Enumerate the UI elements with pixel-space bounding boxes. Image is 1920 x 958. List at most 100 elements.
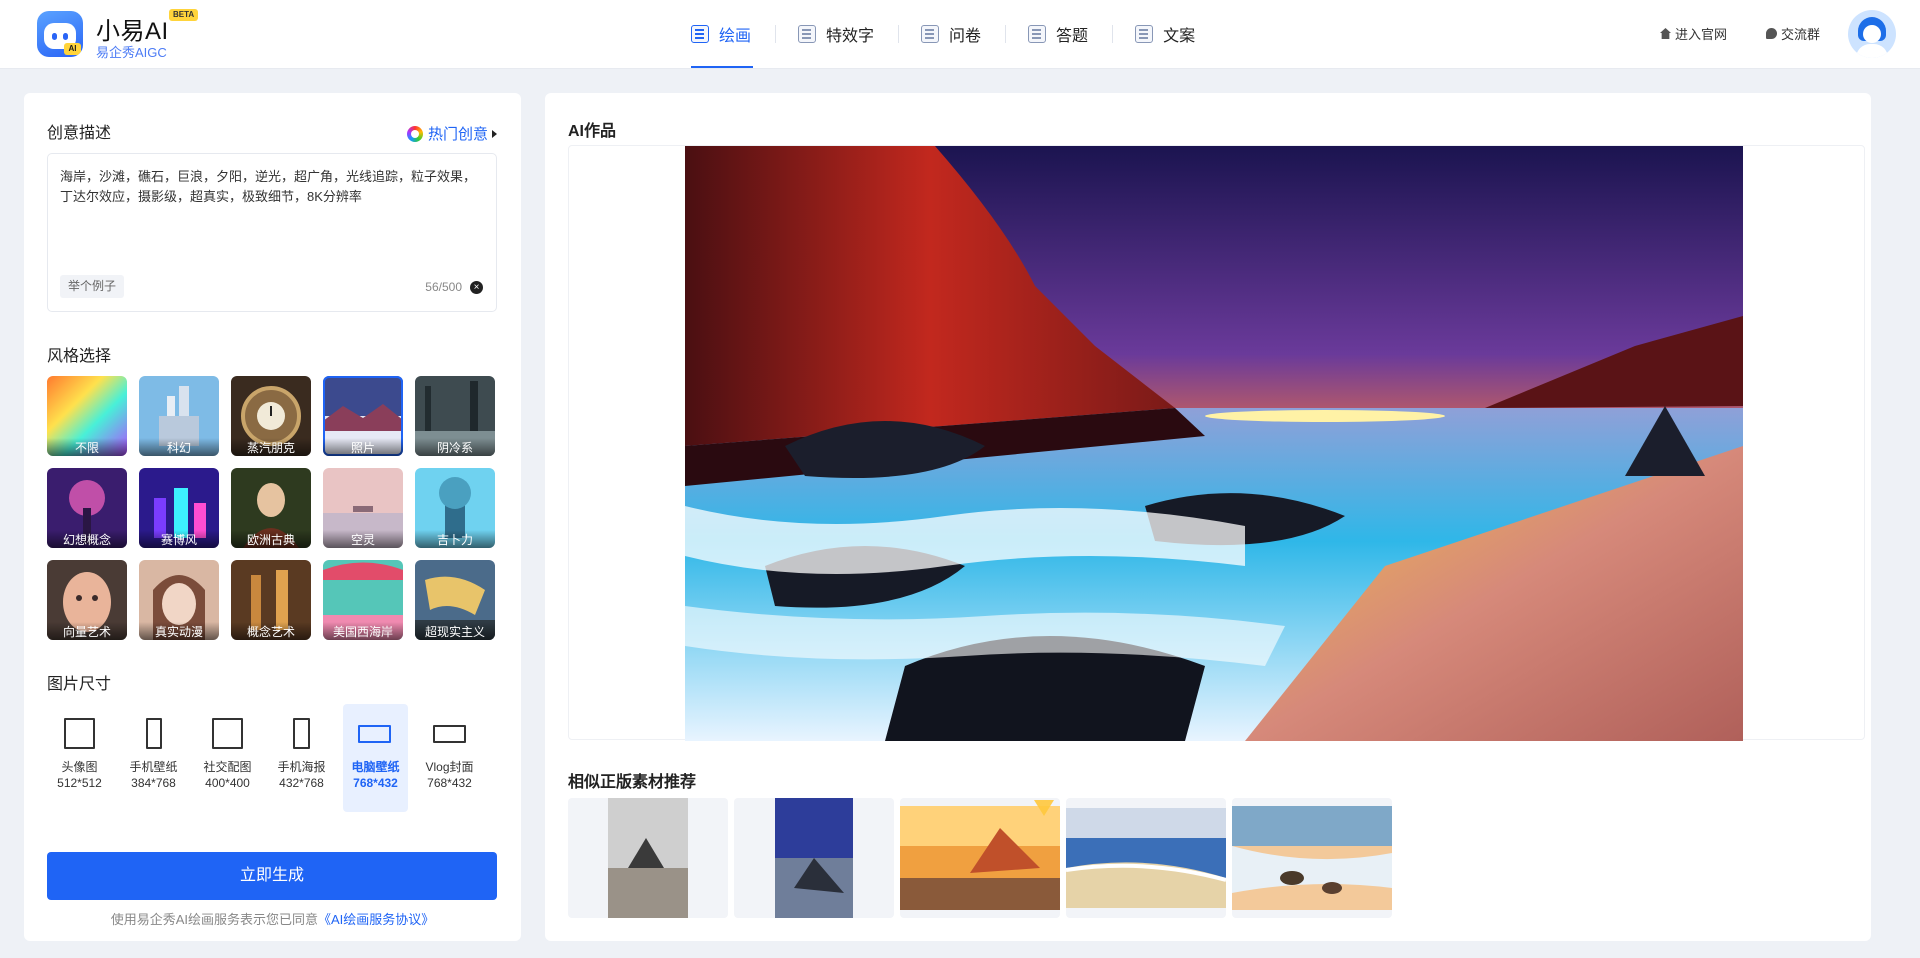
survey-icon xyxy=(921,25,940,43)
nav-divider xyxy=(1112,25,1114,43)
recommend-thumb xyxy=(1066,808,1226,908)
style-tile-ethereal[interactable]: 空灵 xyxy=(323,468,403,548)
style-tile-scifi[interactable]: 科幻 xyxy=(139,376,219,456)
artwork-image xyxy=(685,146,1743,741)
style-grid: 不限 科幻 蒸汽朋克 照片 阴冷系 幻想概念 赛博风 欧洲古典 空灵 吉卜力 向… xyxy=(47,376,499,640)
style-label: 科幻 xyxy=(139,438,219,456)
size-dim: 768*432 xyxy=(427,776,472,790)
style-tile-vector-art[interactable]: 向量艺术 xyxy=(47,560,127,640)
copywriting-icon xyxy=(1135,25,1154,43)
size-option-social[interactable]: 社交配图 400*400 xyxy=(195,704,260,812)
size-dim: 432*768 xyxy=(279,776,324,790)
size-name: 社交配图 xyxy=(203,760,252,774)
nav-tab-label: 特效字 xyxy=(826,28,875,45)
recommend-thumb xyxy=(608,798,688,918)
style-label: 幻想概念 xyxy=(47,530,127,548)
recommend-title: 相似正版素材推荐 xyxy=(568,774,697,791)
result-panel: AI作品 相似正版素材推荐 xyxy=(545,93,1871,941)
portrait-shape-icon xyxy=(146,718,162,749)
nav-divider xyxy=(1005,25,1007,43)
recommend-thumb xyxy=(900,806,1060,910)
chat-icon xyxy=(1766,28,1777,39)
landscape-shape-icon xyxy=(358,725,391,743)
generated-artwork[interactable] xyxy=(685,146,1743,741)
nav-tab-survey[interactable]: 问卷 xyxy=(909,0,995,68)
style-tile-european-classic[interactable]: 欧洲古典 xyxy=(231,468,311,548)
home-icon xyxy=(1660,28,1671,39)
style-tile-steampunk[interactable]: 蒸汽朋克 xyxy=(231,376,311,456)
prompt-input[interactable]: 海岸，沙滩，礁石，巨浪，夕阳，逆光，超广角，光线追踪，粒子效果，丁达尔效应，摄影… xyxy=(47,153,497,312)
recommend-thumb xyxy=(1232,806,1392,910)
nav-tab-quiz[interactable]: 答题 xyxy=(1016,0,1102,68)
style-label: 真实动漫 xyxy=(139,622,219,640)
artwork-frame xyxy=(568,145,1865,741)
recommend-card[interactable] xyxy=(568,798,728,918)
agreement-link[interactable]: 《AI绘画服务协议》 xyxy=(318,912,434,927)
size-option-phone-poster[interactable]: 手机海报 432*768 xyxy=(269,704,334,812)
nav-tab-copywriting[interactable]: 文案 xyxy=(1123,0,1209,68)
settings-panel: 创意描述 热门创意 海岸，沙滩，礁石，巨浪，夕阳，逆光，超广角，光线追踪，粒子效… xyxy=(24,93,521,941)
official-site-link[interactable]: 进入官网 xyxy=(1660,24,1727,43)
style-tile-any[interactable]: 不限 xyxy=(47,376,127,456)
effect-text-icon xyxy=(798,25,817,43)
size-dim: 400*400 xyxy=(205,776,250,790)
brand-subtitle: 易企秀AIGC xyxy=(96,45,167,60)
style-label: 照片 xyxy=(323,438,403,456)
landscape-shape-icon xyxy=(433,725,466,743)
recommend-thumb xyxy=(775,798,853,918)
style-label: 空灵 xyxy=(323,530,403,548)
style-label: 超现实主义 xyxy=(415,622,495,640)
nav-tab-label: 绘画 xyxy=(719,28,752,45)
style-title: 风格选择 xyxy=(47,348,112,365)
size-name: Vlog封面 xyxy=(425,760,474,774)
size-title: 图片尺寸 xyxy=(47,676,112,693)
recommend-card[interactable] xyxy=(900,798,1060,918)
size-option-avatar[interactable]: 头像图 512*512 xyxy=(47,704,112,812)
char-counter: 56/500 xyxy=(425,280,462,294)
style-label: 蒸汽朋克 xyxy=(231,438,311,456)
square-shape-icon xyxy=(64,718,95,749)
prompt-text[interactable]: 海岸，沙滩，礁石，巨浪，夕阳，逆光，超广角，光线追踪，粒子效果，丁达尔效应，摄影… xyxy=(60,167,485,207)
portrait-shape-icon xyxy=(293,718,310,749)
size-name: 头像图 xyxy=(61,760,98,774)
style-label: 欧洲古典 xyxy=(231,530,311,548)
generate-button[interactable]: 立即生成 xyxy=(47,852,497,900)
top-header: AI 小易AI BETA 易企秀AIGC 绘画 特效字 问卷 答题 文案 进入官… xyxy=(0,0,1920,69)
nav-tab-effect-text[interactable]: 特效字 xyxy=(786,0,888,68)
style-tile-concept-art[interactable]: 概念艺术 xyxy=(231,560,311,640)
nav-tab-paint[interactable]: 绘画 xyxy=(679,0,765,68)
size-option-phone-wallpaper[interactable]: 手机壁纸 384*768 xyxy=(121,704,186,812)
result-title: AI作品 xyxy=(568,123,617,140)
size-option-desktop-wallpaper[interactable]: 电脑壁纸 768*432 xyxy=(343,704,408,812)
style-tile-cyberpunk[interactable]: 赛博风 xyxy=(139,468,219,548)
style-tile-ghibli[interactable]: 吉卜力 xyxy=(415,468,495,548)
recommend-card[interactable] xyxy=(1066,798,1226,918)
clear-icon[interactable]: × xyxy=(470,281,483,294)
style-label: 吉卜力 xyxy=(415,530,495,548)
app-logo[interactable]: AI xyxy=(37,11,83,57)
paint-icon xyxy=(691,25,709,43)
style-label: 向量艺术 xyxy=(47,622,127,640)
nav-tab-label: 问卷 xyxy=(949,28,982,45)
main-nav: 绘画 特效字 问卷 答题 文案 xyxy=(679,0,1209,68)
style-tile-us-west-coast[interactable]: 美国西海岸 xyxy=(323,560,403,640)
style-tile-gloomy[interactable]: 阴冷系 xyxy=(415,376,495,456)
community-label: 交流群 xyxy=(1781,27,1821,42)
style-label: 阴冷系 xyxy=(415,438,495,456)
style-tile-realistic-anime[interactable]: 真实动漫 xyxy=(139,560,219,640)
size-dim: 512*512 xyxy=(57,776,102,790)
user-avatar[interactable] xyxy=(1848,10,1896,58)
recommend-card[interactable] xyxy=(1232,798,1392,918)
style-tile-surrealism[interactable]: 超现实主义 xyxy=(415,560,495,640)
size-options: 头像图 512*512 手机壁纸 384*768 社交配图 400*400 手机… xyxy=(47,704,491,812)
recommend-card[interactable] xyxy=(734,798,894,918)
style-label: 美国西海岸 xyxy=(323,622,403,640)
size-name: 电脑壁纸 xyxy=(351,760,400,774)
community-link[interactable]: 交流群 xyxy=(1766,24,1820,43)
hot-ideas-button[interactable]: 热门创意 xyxy=(406,123,497,144)
size-option-vlog-cover[interactable]: Vlog封面 768*432 xyxy=(417,704,482,812)
size-dim: 384*768 xyxy=(131,776,176,790)
example-button[interactable]: 举个例子 xyxy=(60,275,125,298)
style-tile-photo[interactable]: 照片 xyxy=(323,376,403,456)
style-tile-fantasy[interactable]: 幻想概念 xyxy=(47,468,127,548)
